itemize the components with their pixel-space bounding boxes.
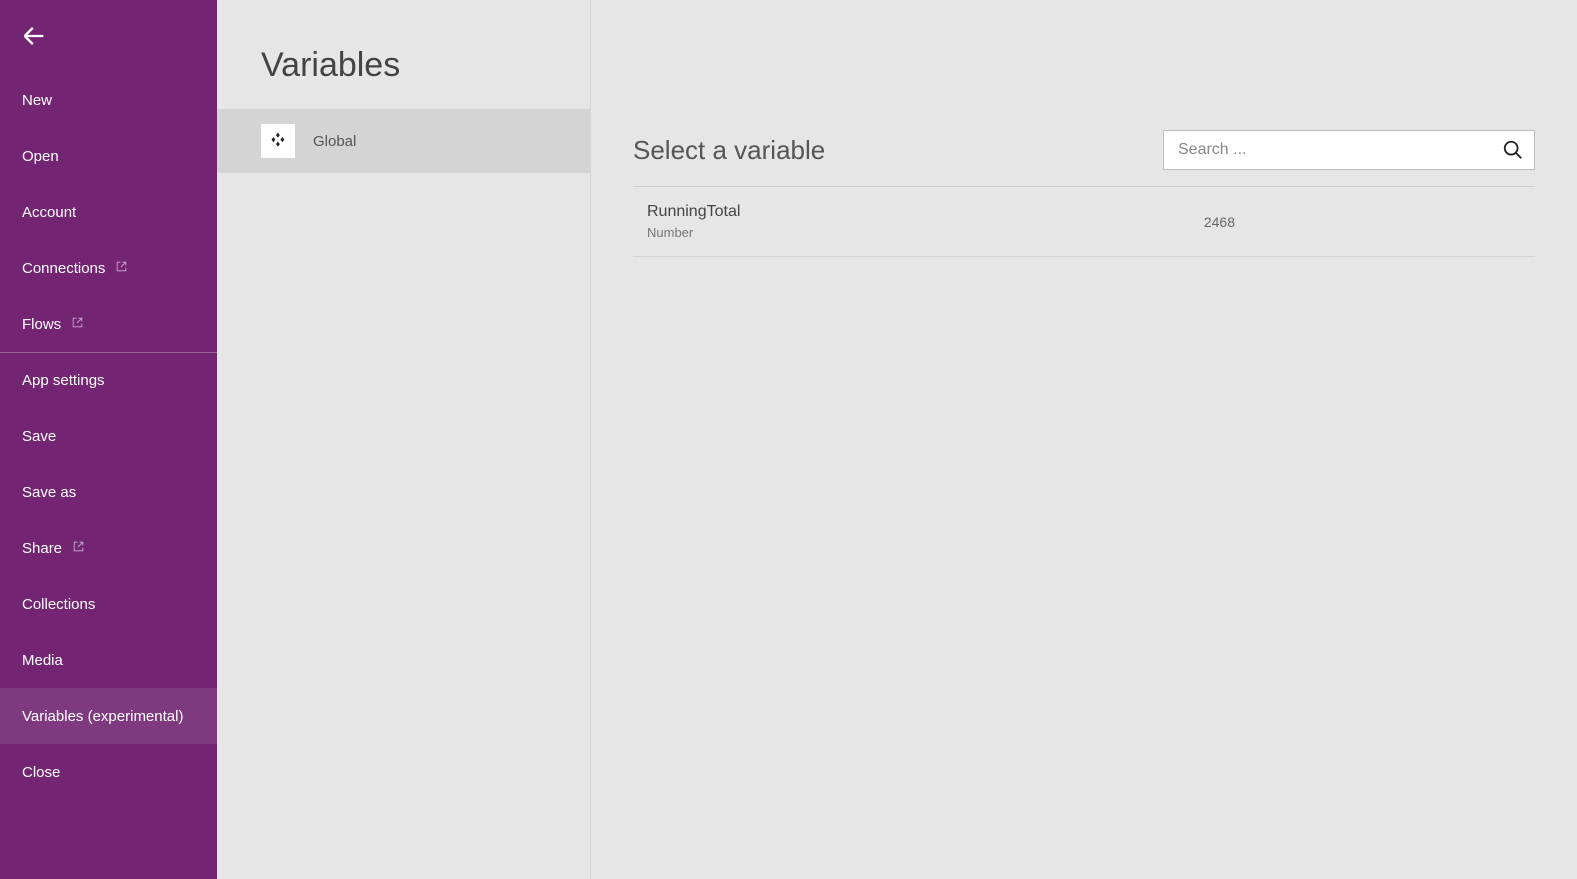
nav-label: Media [22, 652, 63, 669]
sidebar-item-new[interactable]: New [0, 72, 217, 128]
nav-label: Flows [22, 316, 61, 333]
external-link-icon [71, 316, 84, 333]
sidebar-item-collections[interactable]: Collections [0, 576, 217, 632]
sidebar-item-open[interactable]: Open [0, 128, 217, 184]
variable-name: RunningTotal [647, 203, 740, 221]
nav-label: Save as [22, 484, 76, 501]
file-menu-sidebar: New Open Account Connections Flows App s… [0, 0, 217, 879]
scope-column: Variables Global [217, 0, 591, 879]
main-panel: Select a variable RunningTotal Number 24… [591, 0, 1577, 879]
nav-label: New [22, 92, 52, 109]
external-link-icon [115, 260, 128, 277]
main-header-row: Select a variable [633, 130, 1535, 187]
search-box[interactable] [1163, 130, 1535, 170]
sidebar-item-connections[interactable]: Connections [0, 240, 217, 296]
scope-item-global[interactable]: Global [217, 109, 590, 173]
sidebar-item-media[interactable]: Media [0, 632, 217, 688]
search-input[interactable] [1178, 141, 1502, 159]
nav-label: Connections [22, 260, 105, 277]
nav-label: App settings [22, 372, 105, 389]
sidebar-item-share[interactable]: Share [0, 520, 217, 576]
sidebar-item-variables[interactable]: Variables (experimental) [0, 688, 217, 744]
global-scope-icon [261, 124, 295, 158]
sidebar-item-flows[interactable]: Flows [0, 296, 217, 352]
arrow-left-icon [20, 22, 48, 50]
app-root: New Open Account Connections Flows App s… [0, 0, 1577, 879]
nav-label: Account [22, 204, 76, 221]
page-title: Variables [217, 0, 590, 109]
sidebar-item-close[interactable]: Close [0, 744, 217, 800]
nav-label: Save [22, 428, 56, 445]
nav-label: Share [22, 540, 62, 557]
search-icon [1502, 139, 1524, 161]
variable-value: 2468 [1204, 214, 1535, 230]
main-title: Select a variable [633, 135, 825, 166]
nav-label: Collections [22, 596, 95, 613]
scope-label: Global [313, 133, 356, 150]
nav-label: Open [22, 148, 59, 165]
nav-label: Variables (experimental) [22, 708, 183, 725]
external-link-icon [72, 540, 85, 557]
sidebar-item-app-settings[interactable]: App settings [0, 352, 217, 408]
variable-info: RunningTotal Number [647, 203, 740, 240]
nav-label: Close [22, 764, 60, 781]
sidebar-item-account[interactable]: Account [0, 184, 217, 240]
sidebar-item-save[interactable]: Save [0, 408, 217, 464]
sidebar-item-save-as[interactable]: Save as [0, 464, 217, 520]
variable-row[interactable]: RunningTotal Number 2468 [633, 187, 1535, 257]
back-button[interactable] [0, 0, 217, 72]
variable-type: Number [647, 225, 740, 240]
